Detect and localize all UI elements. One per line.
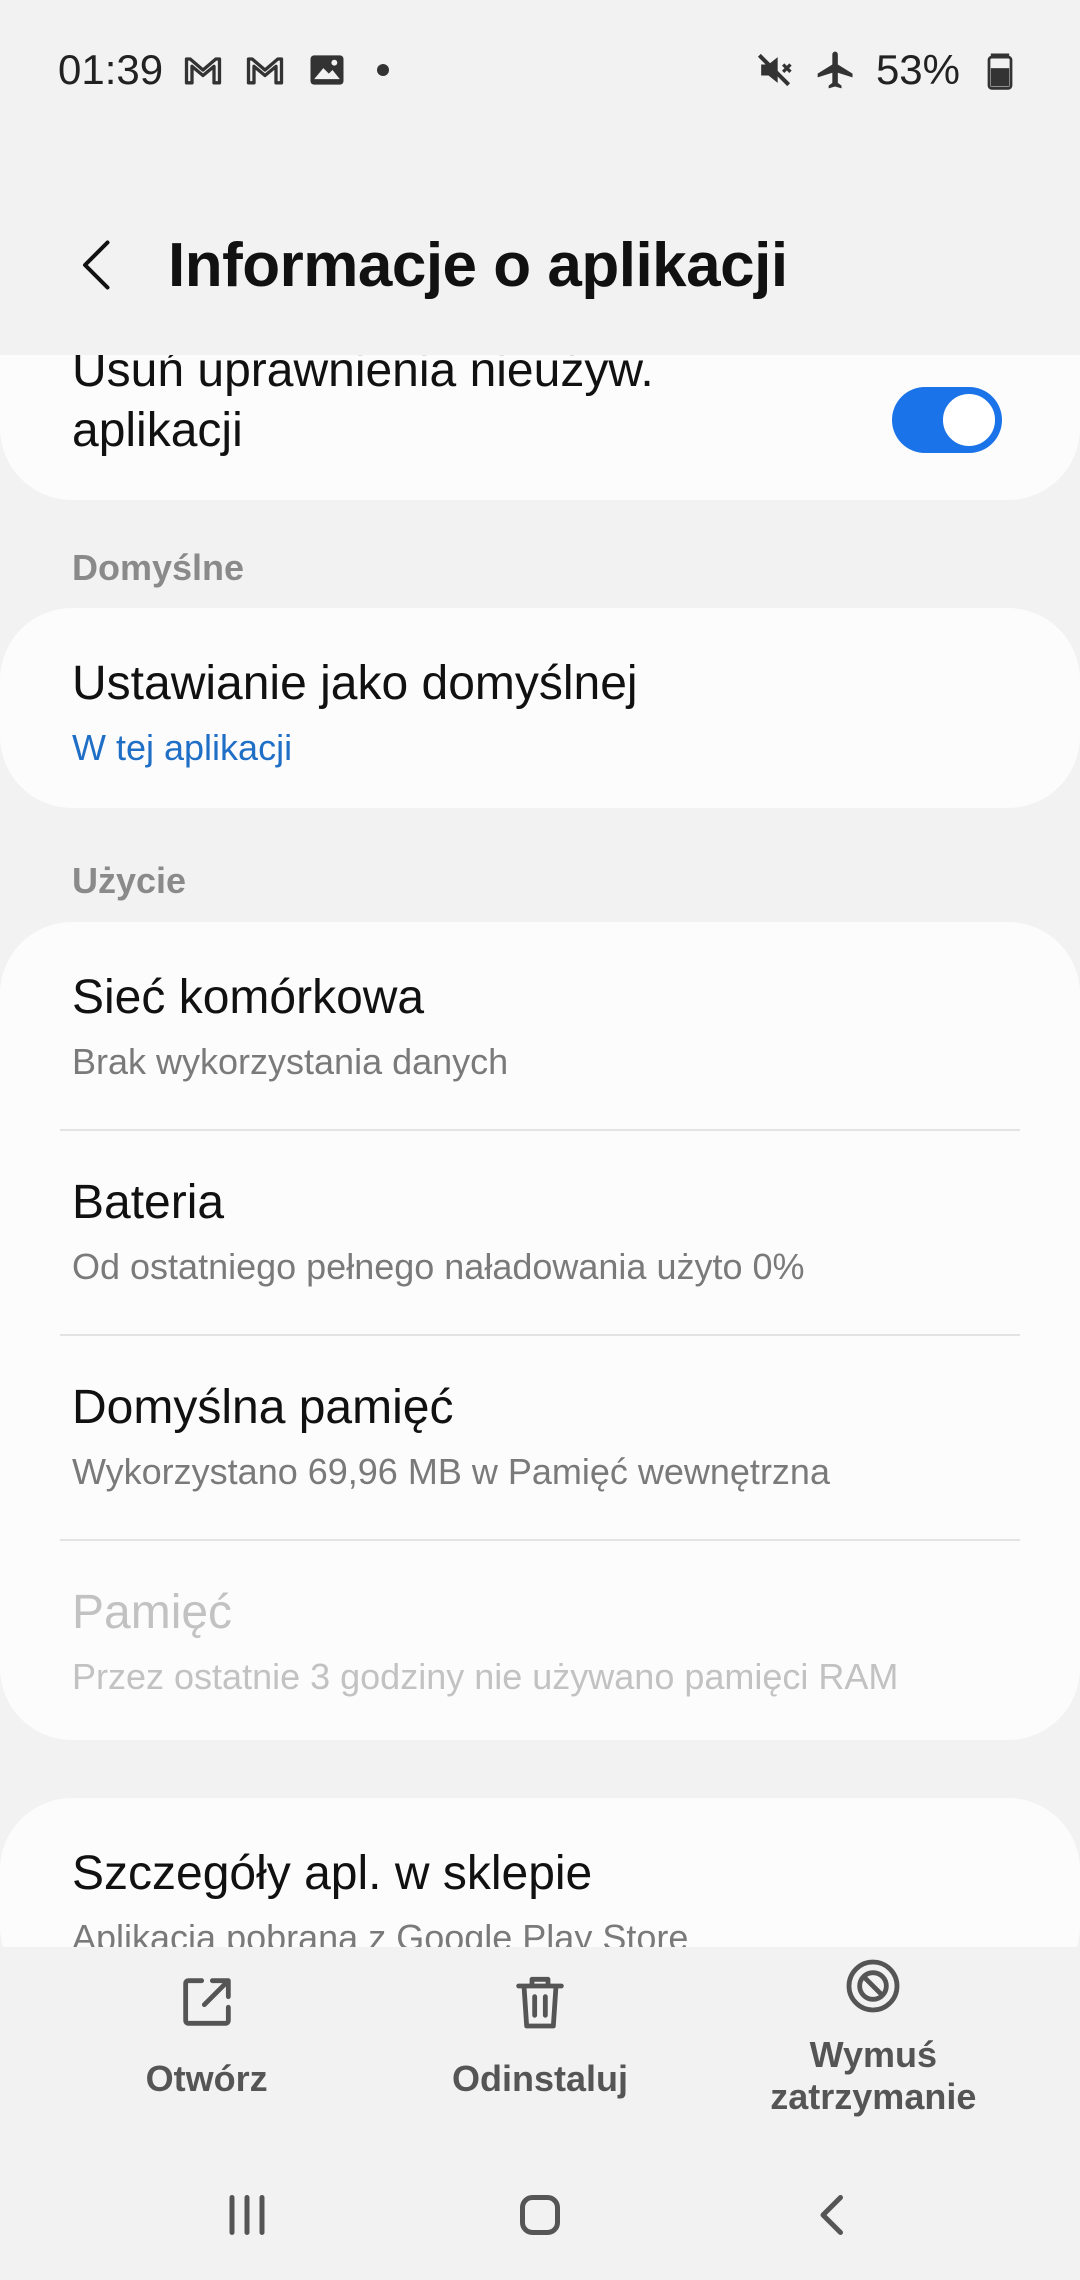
status-time: 01:39 (58, 46, 164, 93)
settings-list[interactable]: Usuń uprawnienia nieużyw. aplikacji Domy… (0, 355, 1080, 1947)
open-button[interactable]: Otwórz (47, 1970, 367, 2100)
chevron-left-icon (83, 240, 110, 290)
gmail-icon (243, 48, 287, 92)
memory-sub: Przez ostatnie 3 godziny nie używano pam… (72, 1656, 899, 1697)
open-label: Otwórz (145, 2058, 268, 2099)
open-external-icon (182, 1978, 231, 2026)
airplane-icon (814, 48, 858, 92)
status-bar: 01:39 53% (0, 0, 1080, 140)
force-stop-button[interactable]: Wymuś zatrzymanie (713, 1954, 1033, 2118)
divider (60, 1539, 1020, 1541)
gmail-icon (181, 48, 225, 92)
navigation-bar (0, 2150, 1080, 2280)
mobile-data-title: Sieć komórkowa (72, 971, 425, 1024)
back-button[interactable] (40, 205, 160, 325)
recent-apps-icon (229, 2195, 265, 2235)
remove-permissions-toggle[interactable] (892, 387, 1002, 453)
mobile-data-sub: Brak wykorzystania danych (72, 1041, 509, 1082)
force-stop-label: Wymuś zatrzymanie (770, 2034, 977, 2117)
page-title: Informacje o aplikacji (168, 230, 788, 300)
home-button[interactable] (480, 2165, 600, 2265)
recent-apps-button[interactable] (187, 2165, 307, 2265)
battery-icon (978, 48, 1022, 92)
status-right: 53% (752, 46, 1022, 94)
home-icon (519, 2195, 560, 2235)
section-label-defaults: Domyślne (72, 547, 245, 588)
memory-row: Pamięć Przez ostatnie 3 godziny nie używ… (72, 1585, 1008, 1698)
notification-dot-icon (377, 64, 390, 76)
storage-title: Domyślna pamięć (72, 1381, 454, 1434)
mobile-data-row[interactable]: Sieć komórkowa Brak wykorzystania danych (72, 970, 1008, 1083)
divider (60, 1334, 1020, 1336)
memory-title: Pamięć (72, 1586, 233, 1639)
mute-icon (752, 48, 796, 92)
set-as-default-row[interactable]: Ustawianie jako domyślnej W tej aplikacj… (72, 656, 1008, 769)
storage-sub: Wykorzystano 69,96 MB w Pamięć wewnętrzn… (72, 1451, 830, 1492)
battery-row[interactable]: Bateria Od ostatniego pełnego naładowani… (72, 1175, 1008, 1288)
divider (60, 1129, 1020, 1131)
permissions-card: Usuń uprawnienia nieużyw. aplikacji (0, 355, 1080, 500)
toggle-knob (940, 391, 998, 449)
chevron-left-icon (820, 2195, 844, 2235)
remove-permissions-title: Usuń uprawnienia nieużyw. aplikacji (72, 355, 654, 457)
storage-row[interactable]: Domyślna pamięć Wykorzystano 69,96 MB w … (72, 1380, 1008, 1493)
status-left: 01:39 (58, 46, 390, 94)
app-bar: Informacje o aplikacji (0, 200, 1080, 330)
back-nav-button[interactable] (773, 2165, 893, 2265)
action-bar: Otwórz Odinstaluj Wymuś zatrzymanie (0, 1950, 1080, 2130)
uninstall-label: Odinstaluj (451, 2058, 628, 2099)
uninstall-button[interactable]: Odinstaluj (380, 1970, 700, 2100)
battery-sub: Od ostatniego pełnego naładowania użyto … (72, 1246, 805, 1287)
remove-permissions-row[interactable]: Usuń uprawnienia nieużyw. aplikacji (72, 355, 820, 461)
trash-icon (516, 1976, 564, 2029)
section-label-usage: Użycie (72, 860, 187, 901)
usage-card: Sieć komórkowa Brak wykorzystania danych… (0, 922, 1080, 1740)
store-details-title: Szczegóły apl. w sklepie (72, 1847, 593, 1900)
force-stop-icon (846, 1959, 900, 2013)
store-details-row[interactable]: Szczegóły apl. w sklepie Aplikacja pobra… (72, 1846, 1008, 1947)
set-as-default-sub: W tej aplikacji (72, 727, 293, 768)
set-as-default-title: Ustawianie jako domyślnej (72, 657, 638, 710)
battery-title: Bateria (72, 1176, 225, 1229)
battery-percent: 53% (875, 46, 960, 93)
store-details-sub: Aplikacja pobrana z Google Play Store (72, 1917, 689, 1947)
store-card: Szczegóły apl. w sklepie Aplikacja pobra… (0, 1798, 1080, 1947)
defaults-card: Ustawianie jako domyślnej W tej aplikacj… (0, 608, 1080, 808)
gallery-icon (305, 48, 349, 92)
